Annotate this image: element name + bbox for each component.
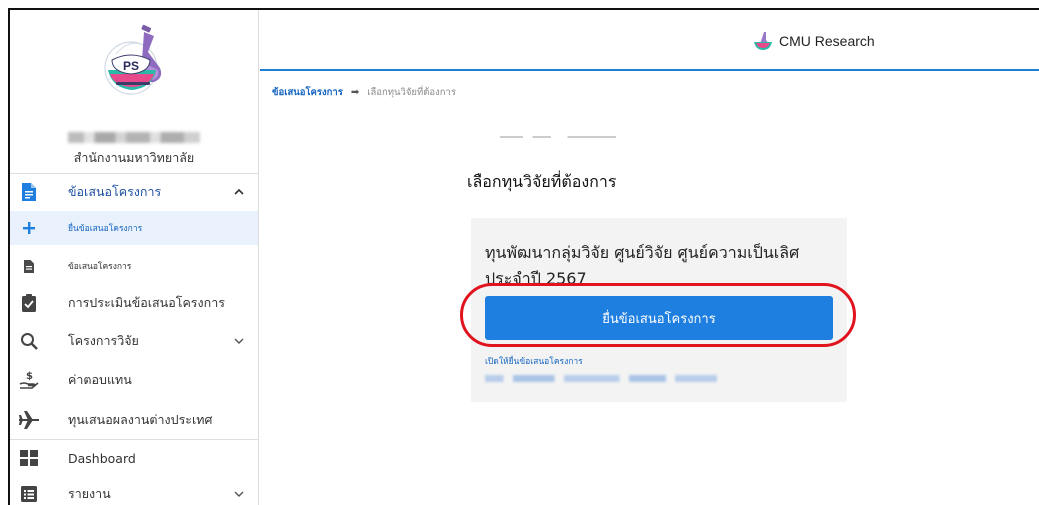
sidebar-divider <box>10 439 258 440</box>
airplane-icon <box>19 410 39 430</box>
chevron-down-icon[interactable] <box>232 487 246 501</box>
sidebar-item-label: รายงาน <box>68 486 111 501</box>
sidebar-item-proposal-list[interactable]: ข้อเสนอโครงการ <box>10 250 258 282</box>
breadcrumb-parent-link[interactable]: ข้อเสนอโครงการ <box>272 85 343 100</box>
breadcrumb: ข้อเสนอโครงการ ➡ เลือกทุนวิจัยที่ต้องการ <box>272 85 456 100</box>
faint-text-fragment <box>500 136 616 138</box>
sidebar-item-label: ยื่นข้อเสนอโครงการ <box>68 224 143 234</box>
brand[interactable]: CMU Research <box>753 31 875 51</box>
chevron-up-icon[interactable] <box>232 185 246 199</box>
submit-proposal-button[interactable]: ยื่นข้อเสนอโครงการ <box>485 296 833 340</box>
sidebar-item-proposals[interactable]: ข้อเสนอโครงการ <box>10 174 258 210</box>
user-name-redacted <box>68 132 200 143</box>
sidebar-item-label: ค่าตอบแทน <box>68 372 132 387</box>
top-bar: CMU Research <box>260 10 1039 71</box>
grant-card: ทุนพัฒนากลุ่มวิจัย ศูนย์วิจัย ศูนย์ความเ… <box>471 218 847 402</box>
sidebar-item-label: การประเมินข้อเสนอโครงการ <box>68 295 225 310</box>
cmu-research-logo-icon <box>754 32 772 50</box>
brand-label: CMU Research <box>779 33 875 49</box>
sidebar-item-evaluation[interactable]: การประเมินข้อเสนอโครงการ <box>10 286 258 320</box>
sidebar: PS สำนักงานมหาวิทยาลัย ข้อเสนอโครงการ ยื… <box>10 10 259 505</box>
page-title: เลือกทุนวิจัยที่ต้องการ <box>467 172 617 191</box>
sidebar-item-research-projects[interactable]: โครงการวิจัย <box>10 324 258 358</box>
clipboard-check-icon <box>19 293 39 313</box>
plus-icon <box>19 218 39 238</box>
grid-icon <box>19 448 39 468</box>
sidebar-item-label: ข้อเสนอโครงการ <box>68 262 132 272</box>
open-period-dates-redacted <box>485 375 717 382</box>
list-icon <box>19 484 39 504</box>
sidebar-item-label: โครงการวิจัย <box>68 333 139 348</box>
file-icon <box>19 256 39 276</box>
sidebar-item-label: Dashboard <box>68 450 136 466</box>
sidebar-item-reports[interactable]: รายงาน <box>10 477 258 505</box>
search-icon <box>19 331 39 351</box>
sidebar-item-submit-proposal[interactable]: ยื่นข้อเสนอโครงการ <box>10 211 258 245</box>
document-icon <box>19 182 39 202</box>
sidebar-item-dashboard[interactable]: Dashboard <box>10 441 258 475</box>
logo-text: PS <box>123 59 139 73</box>
app-window: ๆ PS สำนักงานมหาวิทยาลัย <box>8 8 1039 505</box>
open-period-label: เปิดให้ยื่นข้อเสนอโครงการ <box>485 357 583 367</box>
organization-name: สำนักงานมหาวิทยาลัย <box>73 150 195 165</box>
sidebar-item-compensation[interactable]: $ ค่าตอบแทน <box>10 362 258 398</box>
sidebar-item-label: ทุนเสนอผลงานต่างประเทศ <box>68 412 213 427</box>
arrow-right-icon: ➡ <box>350 87 360 98</box>
svg-text:$: $ <box>26 371 33 382</box>
hand-money-icon: $ <box>19 370 39 390</box>
sidebar-item-label: ข้อเสนอโครงการ <box>68 184 162 199</box>
ps-logo: PS <box>104 24 162 95</box>
breadcrumb-current: เลือกทุนวิจัยที่ต้องการ <box>367 87 456 98</box>
sidebar-header: PS สำนักงานมหาวิทยาลัย <box>10 10 258 172</box>
grant-title: ทุนพัฒนากลุ่มวิจัย ศูนย์วิจัย ศูนย์ความเ… <box>485 243 800 288</box>
sidebar-item-international-grant[interactable]: ทุนเสนอผลงานต่างประเทศ <box>10 402 258 438</box>
chevron-down-icon[interactable] <box>232 334 246 348</box>
